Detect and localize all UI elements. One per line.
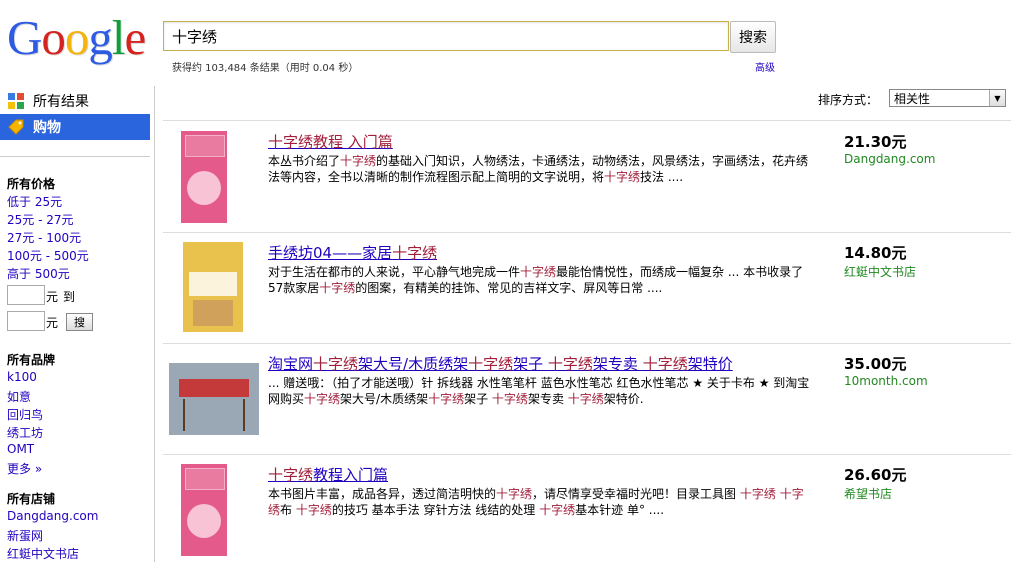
google-logo[interactable]: Google <box>7 12 147 64</box>
chevron-down-icon[interactable]: ▼ <box>989 90 1005 106</box>
highlighted-term: 十字绣 <box>642 355 688 373</box>
result-store-link[interactable]: 希望书店 <box>844 485 892 502</box>
result-description: 本书图片丰富，成品各异，透过简洁明快的十字绣，请尽情享受幸福时光吧！目录工具图 … <box>268 487 804 517</box>
price-filter-link[interactable]: 100元 - 500元 <box>7 247 89 264</box>
highlighted-term: 十字绣 <box>520 265 557 279</box>
result-divider <box>163 454 1011 455</box>
brand-filter-link[interactable]: 绣工坊 <box>7 424 43 441</box>
result-item: 十字绣教程入门篇 本书图片丰富，成品各异，透过简洁明快的十字绣，请尽情享受幸福时… <box>163 464 1011 574</box>
nav-all-label: 所有结果 <box>33 94 89 110</box>
result-price: 26.60元 <box>844 466 907 484</box>
result-thumbnail[interactable] <box>169 363 259 435</box>
logo-letter: G <box>7 10 42 65</box>
store-filter-link[interactable]: Dangdang.com <box>7 509 98 523</box>
price-filter-link[interactable]: 高于 500元 <box>7 265 70 282</box>
min-price-unit: 元 <box>46 290 59 304</box>
highlighted-term: 十字绣 <box>468 355 514 373</box>
brand-filter-link[interactable]: 如意 <box>7 388 31 405</box>
tag-icon <box>8 119 24 135</box>
highlighted-term: 十字绣 <box>340 154 377 168</box>
store-filter-link[interactable]: 红蜓中文书店 <box>7 545 79 562</box>
all-results-icon <box>8 93 24 109</box>
result-price: 14.80元 <box>844 244 907 262</box>
price-filter-link[interactable]: 27元 - 100元 <box>7 229 81 246</box>
highlighted-term: 十字绣 <box>428 392 465 406</box>
brand-section-title: 所有品牌 <box>7 353 56 367</box>
result-price: 21.30元 <box>844 133 907 151</box>
price-filter-link[interactable]: 25元 - 27元 <box>7 211 74 228</box>
min-price-input[interactable] <box>7 285 45 305</box>
sort-label: 排序方式： <box>818 93 879 107</box>
highlighted-term: 十字绣 <box>604 170 641 184</box>
result-thumbnail[interactable] <box>181 131 227 223</box>
search-button[interactable]: 搜索 <box>730 21 776 53</box>
logo-letter: o <box>64 10 89 65</box>
result-description: ... 赠送哦：（拍了才能送哦）针 拆线器 水性笔笔杆 蓝色水性笔芯 红色水性笔… <box>268 376 810 406</box>
nav-shopping[interactable]: 购物 <box>0 114 150 140</box>
highlighted-term: 十字绣 <box>496 487 533 501</box>
result-divider <box>163 343 1011 344</box>
search-input[interactable] <box>164 22 728 50</box>
result-title-link[interactable]: 十字绣教程 入门篇 <box>268 131 393 152</box>
max-price-unit: 元 <box>46 316 59 330</box>
brand-filter-link[interactable]: k100 <box>7 370 37 384</box>
result-thumbnail[interactable] <box>181 464 227 556</box>
highlighted-term: 十字绣 <box>295 503 332 517</box>
sort-select[interactable]: 相关性 ▼ <box>889 89 1006 107</box>
result-title-link[interactable]: 淘宝网十字绣架大号/木质绣架十字绣架子 十字绣架专卖 十字绣架特价 <box>268 353 733 374</box>
result-title-link[interactable]: 十字绣教程入门篇 <box>268 464 388 485</box>
brand-filter-link[interactable]: OMT <box>7 442 34 456</box>
store-filter-link[interactable]: 新蛋网 <box>7 527 43 544</box>
result-title: 淘宝网十字绣架大号/木质绣架十字绣架子 十字绣架专卖 十字绣架特价 <box>268 355 733 373</box>
result-divider <box>163 120 1011 121</box>
left-sidebar: 所有结果 购物 所有价格 低于 25元 25元 - 27元 27元 - 100元… <box>0 86 155 562</box>
highlighted-term: 十字绣 <box>268 487 804 517</box>
brand-more-link[interactable]: 更多 » <box>7 460 42 477</box>
result-store-link[interactable]: Dangdang.com <box>844 152 935 166</box>
highlighted-term: 十字绣 <box>567 392 604 406</box>
result-item: 十字绣教程 入门篇 本丛书介绍了十字绣的基础入门知识，人物绣法，卡通绣法，动物绣… <box>163 131 1011 241</box>
highlighted-term: 十字绣 <box>304 392 341 406</box>
advanced-search-link[interactable]: 高级 <box>755 59 775 74</box>
highlighted-term: 十字绣 <box>491 392 528 406</box>
result-item: 淘宝网十字绣架大号/木质绣架十字绣架子 十字绣架专卖 十字绣架特价 ... 赠送… <box>163 353 1011 463</box>
result-title: 十字绣教程入门篇 <box>268 466 389 484</box>
result-title-link[interactable]: 手绣坊04——家居十字绣 <box>268 242 437 263</box>
highlighted-term: 十字绣 <box>313 355 359 373</box>
price-filter-link[interactable]: 低于 25元 <box>7 193 62 210</box>
nav-shopping-label: 购物 <box>33 120 61 136</box>
price-search-button[interactable]: 搜 <box>66 313 93 331</box>
brand-filter-link[interactable]: 回归鸟 <box>7 406 43 423</box>
result-thumbnail[interactable] <box>183 242 243 332</box>
sort-value: 相关性 <box>894 91 931 106</box>
result-description: 对于生活在都市的人来说，平心静气地完成一件十字绣最能怡情悦性，而绣成一幅复杂 .… <box>268 265 804 295</box>
nav-divider <box>0 156 150 157</box>
highlighted-term: 十字绣 <box>268 133 314 151</box>
highlighted-term: 十字绣 <box>547 355 593 373</box>
result-store-link[interactable]: 10month.com <box>844 374 928 388</box>
highlighted-term: 十字绣 <box>319 281 356 295</box>
result-store-link[interactable]: 红蜓中文书店 <box>844 263 916 280</box>
result-description: 本丛书介绍了十字绣的基础入门知识，人物绣法，卡通绣法，动物绣法，风景绣法，字画绣… <box>268 154 809 184</box>
store-section-title: 所有店铺 <box>7 492 56 506</box>
result-title: 手绣坊04——家居十字绣 <box>268 244 438 262</box>
logo-letter: o <box>41 10 65 65</box>
result-price: 35.00元 <box>844 355 907 373</box>
logo-letter: e <box>124 10 147 65</box>
result-divider <box>163 232 1011 233</box>
highlighted-term: 十字绣 <box>268 466 314 484</box>
logo-letter: g <box>88 10 112 65</box>
result-item: 手绣坊04——家居十字绣 对于生活在都市的人来说，平心静气地完成一件十字绣最能怡… <box>163 242 1011 352</box>
highlighted-term: 十字绣 <box>539 503 576 517</box>
logo-letter: l <box>111 10 126 65</box>
price-to-label: 到 <box>63 290 76 304</box>
nav-all-results[interactable]: 所有结果 <box>0 88 150 114</box>
highlighted-term: 十字绣 <box>739 487 776 501</box>
price-section-title: 所有价格 <box>7 177 56 191</box>
highlighted-term: 十字绣 <box>392 244 438 262</box>
search-box[interactable] <box>163 21 729 51</box>
result-title: 十字绣教程 入门篇 <box>268 133 393 151</box>
result-stats: 获得约 103,484 条结果（用时 0.04 秒） <box>172 63 359 74</box>
max-price-input[interactable] <box>7 311 45 331</box>
